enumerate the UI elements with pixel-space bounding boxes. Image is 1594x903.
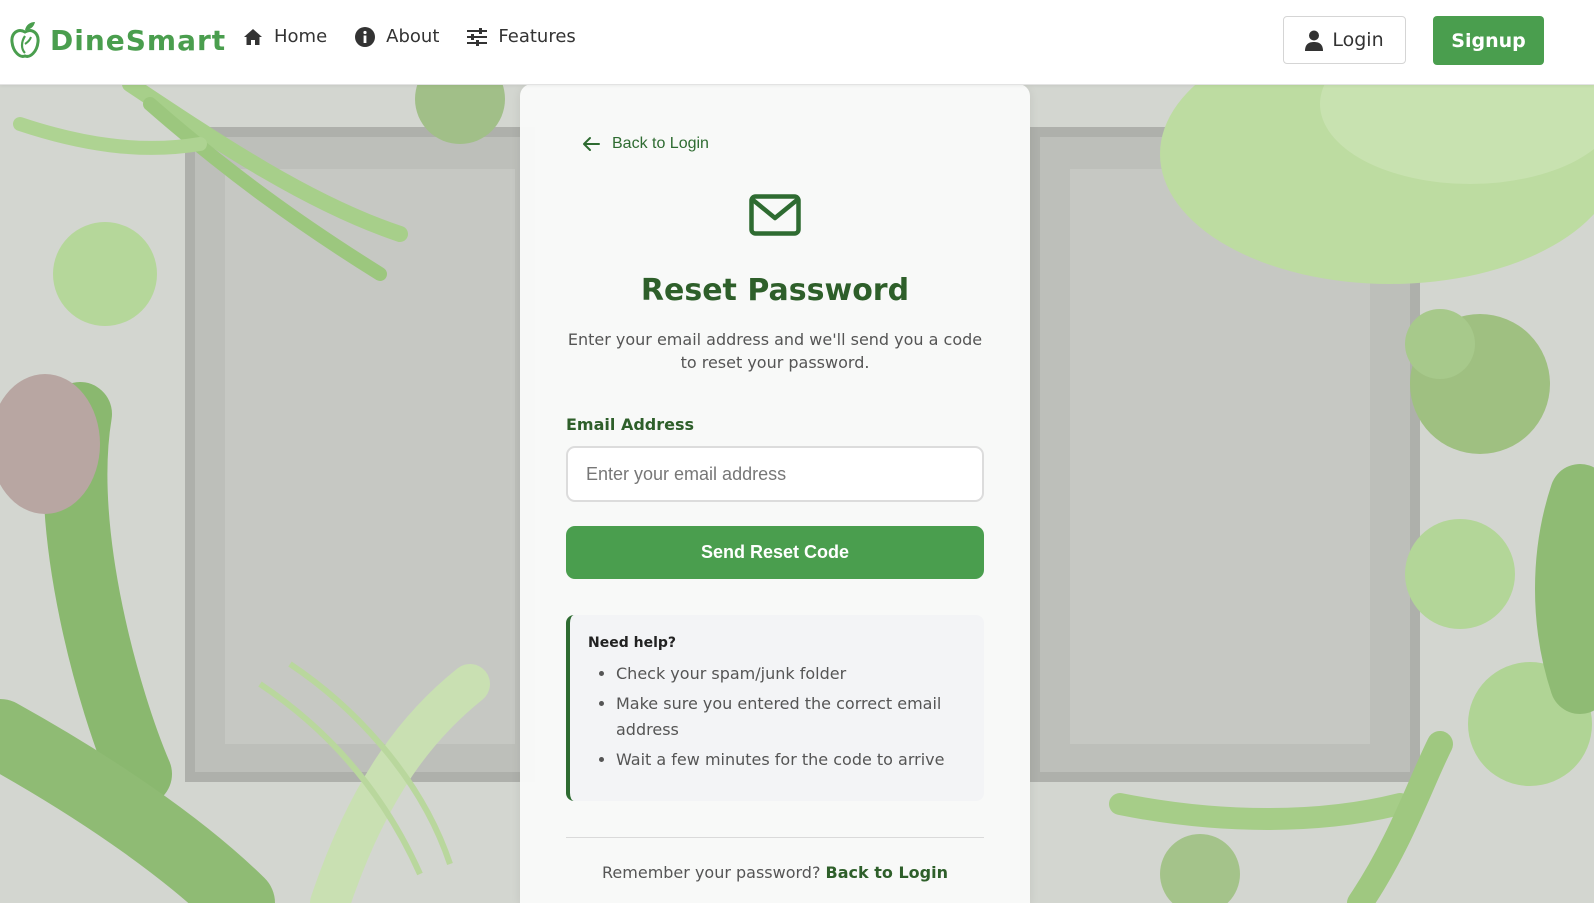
help-list-item: Wait a few minutes for the code to arriv… [616, 747, 964, 773]
back-to-login-label: Back to Login [612, 135, 709, 152]
help-list: Check your spam/junk folder Make sure yo… [588, 661, 964, 773]
brand[interactable]: DineSmart [10, 20, 226, 60]
back-to-login-link[interactable]: Back to Login [582, 135, 709, 153]
signup-button[interactable]: Signup [1433, 16, 1544, 65]
nav-links: Home About Features [243, 26, 604, 47]
help-list-item: Check your spam/junk folder [616, 661, 964, 687]
brand-name: DineSmart [50, 23, 227, 57]
footer-prompt: Remember your password? Back to Login [520, 863, 1030, 882]
nav-home-link[interactable]: Home [243, 26, 327, 47]
email-field-label: Email Address [566, 415, 695, 434]
nav-features-label: Features [498, 26, 576, 47]
login-button-label: Login [1332, 29, 1384, 51]
reset-password-card: Back to Login Reset Password Enter your … [520, 84, 1030, 903]
envelope-icon [749, 194, 801, 236]
page-subtitle: Enter your email address and we'll send … [567, 330, 983, 372]
footer-text: Remember your password? [602, 863, 821, 882]
email-field[interactable] [566, 446, 984, 502]
info-circle-icon [355, 26, 376, 47]
nav-about-label: About [386, 26, 440, 47]
nav-features-link[interactable]: Features [467, 26, 576, 47]
help-list-item: Make sure you entered the correct email … [616, 691, 964, 743]
user-icon [1305, 30, 1324, 51]
nav-home-label: Home [274, 26, 328, 47]
nav-about-link[interactable]: About [355, 26, 439, 47]
home-icon [244, 28, 262, 45]
sliders-icon [467, 27, 488, 46]
page-title: Reset Password [640, 273, 910, 308]
footer-back-to-login-link[interactable]: Back to Login [826, 863, 948, 882]
apple-leaf-logo-icon [10, 22, 40, 58]
divider [566, 837, 984, 838]
top-navbar: DineSmart Home About Features Login Sign… [0, 0, 1594, 85]
help-box: Need help? Check your spam/junk folder M… [566, 615, 984, 801]
help-title: Need help? [588, 635, 677, 651]
arrow-left-icon [583, 137, 600, 151]
send-reset-code-button[interactable]: Send Reset Code [566, 526, 984, 579]
login-button[interactable]: Login [1283, 16, 1406, 64]
